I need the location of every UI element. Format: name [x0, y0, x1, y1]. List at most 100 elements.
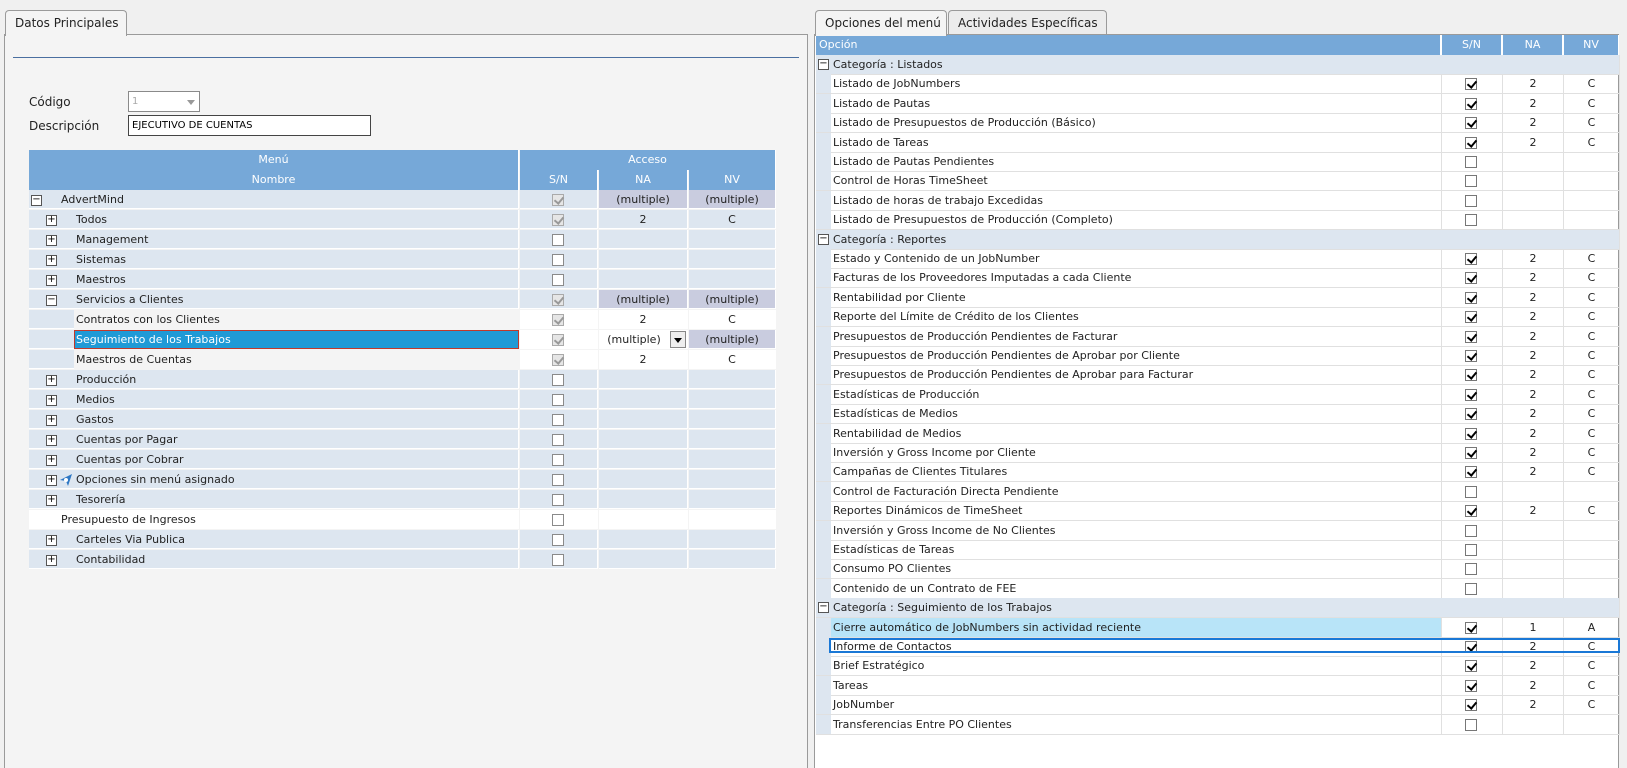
option-row[interactable]: Listado de horas de trabajo Excedidas: [816, 190, 1621, 211]
na-cell[interactable]: 2: [1503, 695, 1564, 716]
tree-name-cell[interactable]: + Producción: [29, 370, 519, 389]
option-name-cell[interactable]: Consumo PO Clientes: [831, 559, 1442, 580]
na-cell[interactable]: [1503, 520, 1564, 541]
option-checkbox[interactable]: [1465, 388, 1477, 401]
tab-opciones-del-menu[interactable]: Opciones del menú: [815, 10, 947, 36]
tree-name-cell[interactable]: + Todos: [29, 210, 519, 229]
nv-cell[interactable]: A: [1564, 617, 1620, 638]
nv-cell[interactable]: [1564, 190, 1620, 211]
option-name-cell[interactable]: JobNumber: [831, 695, 1442, 716]
sn-cell[interactable]: [1442, 132, 1503, 153]
na-cell[interactable]: [599, 230, 688, 249]
option-row[interactable]: Facturas de los Proveedores Imputadas a …: [816, 268, 1621, 289]
option-checkbox[interactable]: [1465, 524, 1477, 537]
na-cell[interactable]: 2: [1503, 656, 1564, 677]
na-cell[interactable]: 2: [1503, 326, 1564, 347]
tree-row[interactable]: + Sistemas: [29, 250, 789, 270]
option-row[interactable]: Presupuestos de Producción Pendientes de…: [816, 365, 1621, 386]
option-name-cell[interactable]: Estado y Contenido de un JobNumber: [831, 249, 1442, 269]
na-cell[interactable]: 2: [1503, 404, 1564, 425]
option-checkbox[interactable]: [1465, 621, 1477, 634]
na-cell[interactable]: [1503, 171, 1564, 192]
column-nv[interactable]: NV: [689, 170, 776, 190]
nv-cell[interactable]: C: [1564, 287, 1620, 308]
option-checkbox[interactable]: [1465, 78, 1477, 91]
tree-row[interactable]: + Maestros: [29, 270, 789, 290]
sn-cell[interactable]: [1442, 423, 1503, 444]
nv-cell[interactable]: [689, 550, 776, 569]
option-row[interactable]: Inversión y Gross Income por Cliente 2 C: [816, 443, 1621, 463]
sn-cell[interactable]: [520, 350, 598, 369]
option-name-cell[interactable]: Listado de Pautas Pendientes: [831, 152, 1442, 172]
column-nombre[interactable]: Nombre: [29, 170, 519, 190]
na-cell[interactable]: 2: [1503, 287, 1564, 308]
option-name-cell[interactable]: Estadísticas de Medios: [831, 404, 1442, 425]
tree-row[interactable]: + Opciones sin menú asignado: [29, 470, 789, 490]
category-row[interactable]: − Categoría : Listados: [816, 55, 1621, 75]
sn-cell[interactable]: [1442, 171, 1503, 192]
option-row[interactable]: Presupuestos de Producción Pendientes de…: [816, 326, 1621, 347]
access-checkbox[interactable]: [552, 414, 564, 426]
collapse-icon[interactable]: −: [818, 233, 829, 245]
tree-name-cell[interactable]: Contratos con los Clientes: [29, 310, 519, 329]
nv-cell[interactable]: C: [689, 310, 776, 329]
sn-cell[interactable]: [520, 190, 598, 209]
tree-row[interactable]: + Medios: [29, 390, 789, 410]
tree-row[interactable]: − AdvertMind (multiple) (multiple): [29, 190, 789, 210]
option-row[interactable]: Estadísticas de Tareas: [816, 540, 1621, 560]
access-checkbox[interactable]: [552, 494, 564, 506]
option-row[interactable]: Reportes Dinámicos de TimeSheet 2 C: [816, 501, 1621, 522]
descripcion-input[interactable]: [128, 115, 371, 136]
nv-cell[interactable]: [1564, 714, 1620, 735]
tree-row[interactable]: + Cuentas por Pagar: [29, 430, 789, 450]
option-name-cell[interactable]: Campañas de Clientes Titulares: [831, 462, 1442, 483]
nv-cell[interactable]: C: [1564, 74, 1620, 95]
tree-name-cell[interactable]: − Servicios a Clientes: [29, 290, 519, 309]
option-name-cell[interactable]: Cierre automático de JobNumbers sin acti…: [831, 617, 1442, 638]
sn-cell[interactable]: [1442, 637, 1503, 657]
option-row[interactable]: Brief Estratégico 2 C: [816, 656, 1621, 677]
access-checkbox[interactable]: [552, 514, 564, 526]
option-name-cell[interactable]: Listado de JobNumbers: [831, 74, 1442, 95]
tree-row[interactable]: + Contabilidad: [29, 550, 789, 570]
option-checkbox[interactable]: [1465, 194, 1477, 207]
access-checkbox[interactable]: [552, 294, 564, 306]
na-cell[interactable]: 2: [1503, 249, 1564, 269]
nv-cell[interactable]: C: [1564, 249, 1620, 269]
na-cell[interactable]: 2: [1503, 307, 1564, 328]
sn-cell[interactable]: [520, 270, 598, 289]
option-row[interactable]: Listado de Pautas 2 C: [816, 93, 1621, 114]
na-cell[interactable]: 2: [1503, 268, 1564, 289]
na-cell[interactable]: 2: [599, 210, 688, 229]
category-cell[interactable]: − Categoría : Listados: [816, 55, 1620, 75]
sn-cell[interactable]: [1442, 307, 1503, 328]
sn-cell[interactable]: [1442, 326, 1503, 347]
sn-cell[interactable]: [1442, 384, 1503, 405]
option-name-cell[interactable]: Control de Facturación Directa Pendiente: [831, 481, 1442, 502]
column-sn[interactable]: S/N: [1442, 35, 1502, 55]
tree-name-cell[interactable]: + Maestros: [29, 270, 519, 289]
tree-row[interactable]: + Cuentas por Cobrar: [29, 450, 789, 470]
nv-cell[interactable]: C: [1564, 423, 1620, 444]
expand-icon[interactable]: +: [46, 535, 57, 546]
option-row[interactable]: Inversión y Gross Income de No Clientes: [816, 520, 1621, 541]
nv-cell[interactable]: [689, 530, 776, 549]
na-cell[interactable]: 2: [1503, 132, 1564, 153]
na-cell[interactable]: 2: [1503, 675, 1564, 696]
option-checkbox[interactable]: [1465, 214, 1477, 227]
access-checkbox[interactable]: [552, 474, 564, 486]
option-row[interactable]: Tareas 2 C: [816, 675, 1621, 696]
option-row[interactable]: Rentabilidad por Cliente 2 C: [816, 287, 1621, 308]
nv-cell[interactable]: [1564, 210, 1620, 231]
tree-name-cell[interactable]: + Contabilidad: [29, 550, 519, 569]
option-checkbox[interactable]: [1465, 544, 1477, 556]
sn-cell[interactable]: [520, 470, 598, 489]
option-name-cell[interactable]: Control de Horas TimeSheet: [831, 171, 1442, 192]
access-checkbox[interactable]: [552, 354, 564, 366]
collapse-icon[interactable]: −: [818, 59, 829, 70]
nv-cell[interactable]: [1564, 481, 1620, 502]
option-row[interactable]: Listado de Tareas 2 C: [816, 132, 1621, 153]
tree-row[interactable]: Presupuesto de Ingresos: [29, 510, 789, 530]
nv-cell[interactable]: C: [1564, 675, 1620, 696]
sn-cell[interactable]: [1442, 695, 1503, 716]
